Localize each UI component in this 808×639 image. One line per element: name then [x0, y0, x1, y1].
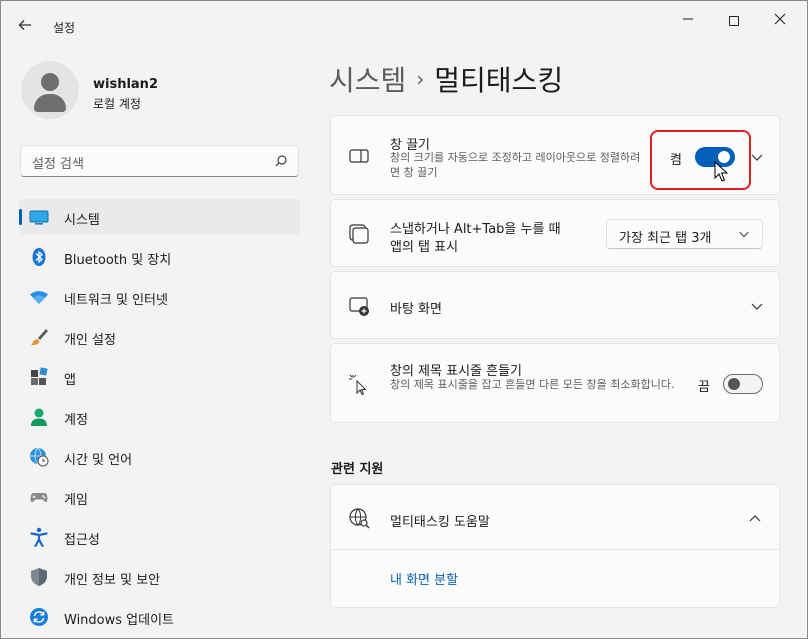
page-title: 멀티태스킹	[434, 64, 564, 97]
back-button[interactable]	[13, 15, 37, 35]
search-input[interactable]: 설정 검색	[20, 145, 299, 177]
multitasking-help-card: 멀티태스킹 도움말 내 화면 분할	[330, 484, 780, 608]
accessibility-icon	[30, 527, 48, 547]
sidebar-item-accessibility[interactable]: 접근성	[19, 519, 300, 555]
settings-window: 설정 wishlan2 로컬 계정 설정 검색 시스템 Bluetooth 및 …	[0, 0, 808, 639]
maximize-button[interactable]	[711, 7, 757, 35]
sidebar-item-label: 개인 설정	[64, 333, 116, 348]
sidebar-item-system[interactable]: 시스템	[19, 199, 300, 235]
desktops-card[interactable]: 바탕 화면	[330, 271, 780, 339]
app-title: 설정	[53, 21, 76, 35]
person-icon	[31, 408, 47, 426]
minimize-button[interactable]	[665, 7, 711, 35]
sidebar-item-windows-update[interactable]: Windows 업데이트	[19, 599, 300, 635]
search-icon	[275, 155, 287, 167]
search-placeholder: 설정 검색	[32, 157, 84, 172]
alt-tab-title-line2: 앱의 탭 표시	[390, 240, 459, 255]
split-screen-link[interactable]: 내 화면 분할	[390, 569, 458, 588]
snap-window-icon	[349, 149, 369, 163]
sidebar-item-label: 시간 및 언어	[64, 453, 133, 468]
shake-state-label: 끔	[698, 380, 710, 395]
chevron-down-icon	[739, 231, 749, 238]
close-button[interactable]	[757, 7, 803, 35]
sidebar-item-label: 네트워크 및 인터넷	[64, 293, 168, 308]
sidebar-item-time-language[interactable]: 시간 및 언어	[19, 439, 300, 475]
sidebar-item-accounts[interactable]: 계정	[19, 399, 300, 435]
chevron-up-icon[interactable]	[748, 512, 762, 526]
sidebar-item-label: Bluetooth 및 장치	[64, 253, 172, 268]
globe-clock-icon	[30, 447, 49, 467]
title-bar: 설정	[1, 1, 807, 45]
sidebar-item-label: 시스템	[64, 213, 100, 228]
wifi-icon	[30, 291, 48, 304]
shake-description: 창의 제목 표시줄을 잡고 흔들면 다른 모든 창을 최소화합니다.	[390, 378, 675, 391]
dropdown-value: 가장 최근 탭 3개	[619, 231, 712, 246]
mouse-cursor-icon	[714, 161, 729, 182]
back-arrow-icon	[18, 20, 31, 30]
update-icon	[30, 608, 48, 626]
sidebar-item-label: 앱	[64, 373, 76, 388]
tabs-stack-icon	[349, 224, 369, 244]
sidebar-item-bluetooth[interactable]: Bluetooth 및 장치	[19, 239, 300, 275]
help-title: 멀티태스킹 도움말	[390, 515, 490, 530]
minimize-icon	[683, 18, 693, 20]
sidebar-item-label: 개인 정보 및 보안	[64, 573, 161, 588]
desktops-title: 바탕 화면	[390, 302, 442, 317]
close-icon	[774, 13, 786, 25]
user-name: wishlan2	[93, 77, 158, 92]
alt-tab-title-line1: 스냅하거나 Alt+Tab을 누를 때	[390, 222, 561, 237]
sidebar-item-personalization[interactable]: 개인 설정	[19, 319, 300, 355]
sidebar-item-privacy-security[interactable]: 개인 정보 및 보안	[19, 559, 300, 595]
desktop-add-icon	[349, 297, 369, 316]
sidebar-item-gaming[interactable]: 게임	[19, 479, 300, 515]
title-bar-shake-card: 창의 제목 표시줄 흔들기 창의 제목 표시줄을 잡고 흔들면 다른 모든 창을…	[330, 343, 780, 423]
breadcrumb-parent[interactable]: 시스템	[329, 64, 406, 97]
chevron-down-icon[interactable]	[750, 299, 764, 313]
breadcrumb-separator: ›	[416, 67, 425, 91]
breadcrumb: 시스템 › 멀티태스킹	[329, 59, 563, 99]
avatar	[21, 61, 79, 119]
sidebar-item-label: Windows 업데이트	[64, 613, 175, 628]
chevron-down-icon[interactable]	[750, 150, 764, 164]
sidebar-item-label: 접근성	[64, 533, 100, 548]
sidebar-item-label: 계정	[64, 413, 88, 428]
shake-cursor-icon	[349, 374, 367, 395]
bluetooth-icon	[32, 248, 46, 266]
apps-icon	[31, 367, 48, 385]
snap-description: 창의 크기를 자동으로 조정하고 레이아웃으로 정렬하려면 창 끌기	[390, 151, 641, 179]
gamepad-icon	[30, 493, 48, 502]
sidebar-item-label: 게임	[64, 493, 88, 508]
divider	[331, 549, 779, 550]
sidebar-nav: 시스템 Bluetooth 및 장치 네트워크 및 인터넷 개인 설정 앱 계정…	[19, 199, 301, 639]
shake-toggle[interactable]	[723, 374, 763, 394]
account-type: 로컬 계정	[93, 97, 141, 111]
maximize-icon	[729, 16, 739, 26]
system-icon	[29, 210, 49, 225]
sidebar-item-apps[interactable]: 앱	[19, 359, 300, 395]
related-support-heading: 관련 지원	[331, 462, 384, 477]
sidebar-item-network[interactable]: 네트워크 및 인터넷	[19, 279, 300, 315]
globe-search-icon	[349, 508, 370, 529]
brush-icon	[31, 329, 48, 346]
shield-icon	[31, 568, 47, 586]
alt-tab-dropdown[interactable]: 가장 최근 탭 3개	[606, 219, 763, 249]
highlight-box	[650, 130, 751, 190]
